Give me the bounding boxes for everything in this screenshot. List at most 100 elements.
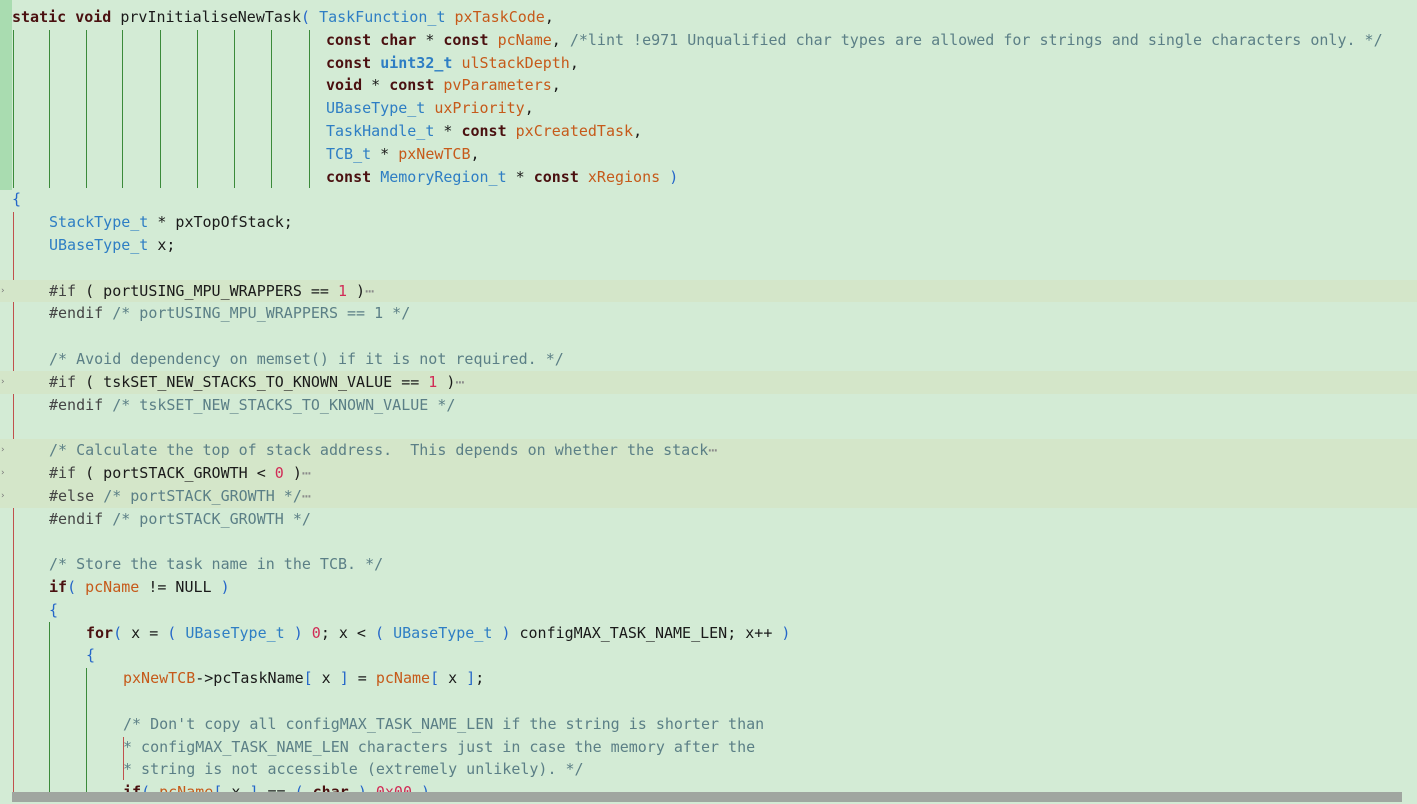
code-token: ) [293,623,303,642]
code-token: UBaseType_t [49,236,149,254]
code-token: #else [49,486,95,505]
code-token: /* portUSING_MPU_WRAPPERS == 1 */ [112,304,411,323]
code-line[interactable] [0,530,1417,553]
code-line[interactable]: const MemoryRegion_t * const xRegions ) [0,166,1417,189]
code-token: StackType_t [49,213,149,232]
code-token: void [75,8,112,26]
code-line[interactable]: UBaseType_t x; [0,234,1417,257]
code-line[interactable] [0,690,1417,713]
code-token: /* Store the task name in the TCB. */ [49,555,384,574]
code-text: #if ( portUSING_MPU_WRAPPERS == 1 )⋯ [49,280,374,303]
code-line[interactable]: const uint32_t ulStackDepth, [0,52,1417,75]
code-text: #if ( portSTACK_GROWTH < 0 )⋯ [49,462,311,485]
code-line[interactable]: for( x = ( UBaseType_t ) 0; x < ( UBaseT… [0,622,1417,645]
code-token: for [86,623,114,642]
code-line[interactable]: TCB_t * pxNewTCB, [0,143,1417,166]
code-token: , [551,30,570,49]
code-token: , [633,122,643,140]
code-text: * string is not accessible (extremely un… [123,758,584,781]
code-token: * pxTopOfStack; [148,213,293,232]
code-line[interactable]: #endif /* portSTACK_GROWTH */ [0,508,1417,531]
code-line[interactable]: UBaseType_t uxPriority, [0,97,1417,120]
folded-ellipsis[interactable]: ⋯ [365,282,374,300]
code-text: const char * const pcName, /*lint !e971 … [326,29,1383,52]
code-token: , [544,8,554,26]
code-token: ( [167,623,177,642]
code-text: { [86,644,95,667]
horizontal-scrollbar[interactable] [12,792,1402,802]
code-line[interactable]: { [0,644,1417,667]
code-editor[interactable]: static void prvInitialiseNewTask( TaskFu… [0,0,1417,802]
code-token: #endif [49,304,104,323]
code-token: const [326,167,372,186]
code-line[interactable]: › #if ( portUSING_MPU_WRAPPERS == 1 )⋯ [0,279,1417,303]
code-line[interactable]: #endif /* tskSET_NEW_STACKS_TO_KNOWN_VAL… [0,394,1417,417]
code-line[interactable]: › #else /* portSTACK_GROWTH */⋯ [0,484,1417,508]
code-line[interactable]: TaskHandle_t * const pxCreatedTask, [0,120,1417,143]
code-token: x [312,669,340,688]
code-line[interactable]: › /* Calculate the top of stack address. … [0,439,1417,462]
code-text: StackType_t * pxTopOfStack; [49,211,293,234]
code-token: , [569,53,579,72]
code-line[interactable]: /* Avoid dependency on memset() if it is… [0,348,1417,371]
code-line[interactable]: { [0,599,1417,622]
code-line[interactable]: pxNewTCB->pcTaskName[ x ] = pcName[ x ]; [0,667,1417,690]
code-token: ) [669,167,679,186]
code-text: void * const pvParameters, [326,74,561,97]
code-token: ( tskSET_NEW_STACKS_TO_KNOWN_VALUE == [76,372,429,391]
code-line[interactable]: /* Store the task name in the TCB. */ [0,553,1417,576]
code-token: [ [303,669,313,688]
fold-chevron-icon[interactable]: › [0,371,5,394]
code-line[interactable]: * string is not accessible (extremely un… [0,758,1417,781]
folded-ellipsis[interactable]: ⋯ [455,373,464,391]
code-text: #else /* portSTACK_GROWTH */⋯ [49,485,311,508]
code-line[interactable]: static void prvInitialiseNewTask( TaskFu… [0,6,1417,29]
code-line[interactable]: const char * const pcName, /*lint !e971 … [0,29,1417,52]
code-text: TCB_t * pxNewTCB, [326,143,480,166]
fold-chevron-icon[interactable]: › [0,485,5,508]
code-token: ; [475,669,485,688]
code-token: configMAX_TASK_NAME_LEN; x++ [510,623,782,642]
code-line[interactable]: StackType_t * pxTopOfStack; [0,211,1417,234]
fold-chevron-icon[interactable]: › [0,439,5,462]
code-text: TaskHandle_t * const pxCreatedTask, [326,120,642,143]
folded-ellipsis[interactable]: ⋯ [708,441,717,459]
code-line[interactable] [0,257,1417,280]
code-line[interactable]: * configMAX_TASK_NAME_LEN characters jus… [0,736,1417,759]
code-line[interactable]: if( pcName != NULL ) [0,576,1417,599]
code-line[interactable] [0,325,1417,348]
fold-chevron-icon[interactable]: › [0,462,5,485]
code-token: ( [113,623,123,642]
code-text: #endif /* tskSET_NEW_STACKS_TO_KNOWN_VAL… [49,394,455,417]
code-token: 1 [338,281,348,300]
code-token: /* portSTACK_GROWTH */ [103,486,302,505]
code-line[interactable]: › #if ( portSTACK_GROWTH < 0 )⋯ [0,462,1417,485]
code-line[interactable] [0,416,1417,439]
code-token: x [439,669,467,688]
code-text: static void prvInitialiseNewTask( TaskFu… [12,6,554,29]
code-line[interactable]: { [0,188,1417,211]
code-line[interactable]: void * const pvParameters, [0,74,1417,97]
code-token: /*lint !e971 Unqualified char types are … [569,30,1383,49]
fold-chevron-icon[interactable]: › [0,280,5,303]
code-line[interactable]: › #if ( tskSET_NEW_STACKS_TO_KNOWN_VALUE … [0,370,1417,394]
folded-ellipsis[interactable]: ⋯ [302,464,311,482]
folded-ellipsis[interactable]: ⋯ [302,487,311,505]
code-token: TaskFunction_t [319,8,446,26]
code-token: char [380,30,417,49]
code-line[interactable]: #endif /* portUSING_MPU_WRAPPERS == 1 */ [0,302,1417,325]
code-token: uint32_t [380,53,453,72]
code-token: * [371,144,399,163]
code-token: = [348,669,376,688]
code-token: 0 [274,464,284,482]
code-token: TaskHandle_t [326,122,435,140]
code-token: ) [437,372,456,391]
code-token: const [461,122,507,140]
code-token: , [524,99,534,118]
code-token: UBaseType_t [185,623,285,642]
code-line[interactable]: /* Don't copy all configMAX_TASK_NAME_LE… [0,713,1417,736]
